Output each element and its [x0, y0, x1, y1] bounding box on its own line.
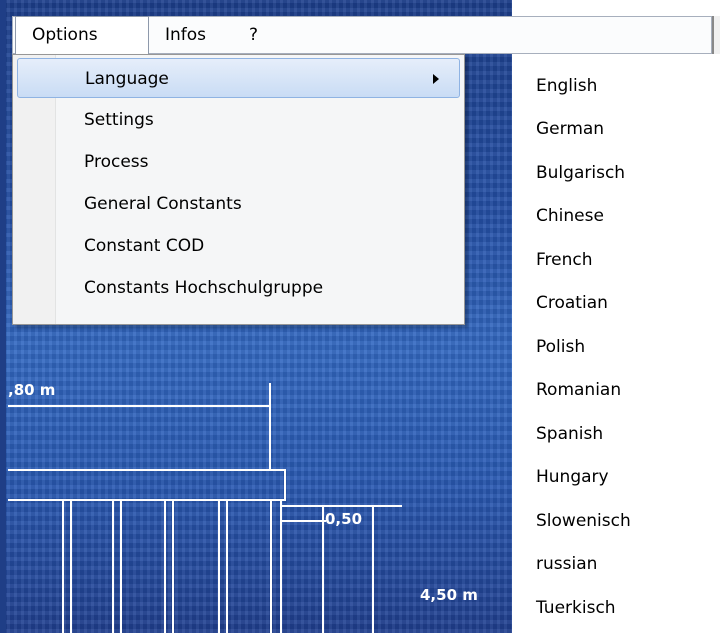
menu-item-general-constants[interactable]: General Constants — [17, 184, 460, 224]
language-submenu: English German Bulgarisch Chinese French… — [512, 56, 720, 633]
figure-line — [120, 499, 122, 633]
menu-item-constant-cod[interactable]: Constant COD — [17, 226, 460, 266]
menu-item-constants-hochschulgruppe[interactable]: Constants Hochschulgruppe — [17, 268, 460, 308]
language-item-bulgarisch[interactable]: Bulgarisch — [536, 152, 625, 195]
figure-line — [8, 469, 286, 471]
figure-line — [218, 499, 220, 633]
window-edge — [0, 0, 6, 633]
figure-line — [172, 499, 174, 633]
language-item-slowenisch[interactable]: Slowenisch — [536, 500, 631, 543]
menu-infos[interactable]: Infos — [151, 17, 214, 53]
menu-item-label: Constants Hochschulgruppe — [84, 278, 324, 298]
submenu-arrow-icon — [433, 74, 439, 84]
language-item-english[interactable]: English — [536, 65, 597, 108]
figure-line — [112, 499, 114, 633]
language-item-chinese[interactable]: Chinese — [536, 195, 604, 238]
menu-item-label: General Constants — [84, 194, 242, 214]
language-item-polish[interactable]: Polish — [536, 326, 585, 369]
figure-line — [282, 520, 326, 522]
menu-item-process[interactable]: Process — [17, 142, 460, 182]
figure-line — [164, 499, 166, 633]
figure-line — [70, 499, 72, 633]
figure-line — [226, 499, 228, 633]
figure-line — [269, 383, 271, 471]
figure-line — [282, 505, 402, 507]
figure-line — [284, 469, 286, 501]
menu-item-settings[interactable]: Settings — [17, 100, 460, 140]
language-item-romanian[interactable]: Romanian — [536, 369, 621, 412]
window-frame-edge — [712, 16, 720, 54]
menu-options[interactable]: Options — [15, 16, 149, 56]
menu-help[interactable]: ? — [241, 17, 266, 53]
language-item-spanish[interactable]: Spanish — [536, 413, 603, 456]
language-item-french[interactable]: French — [536, 239, 593, 282]
options-dropdown: Language Settings Process General Consta… — [12, 54, 465, 325]
menu-item-label: Process — [84, 152, 149, 172]
figure-line — [8, 499, 286, 501]
menu-item-label: Constant COD — [84, 236, 205, 256]
menu-item-label: Language — [85, 69, 169, 89]
thickness-label: 0,50 — [325, 510, 363, 528]
figure-line — [270, 499, 272, 633]
language-item-german[interactable]: German — [536, 108, 604, 151]
language-item-russian[interactable]: russian — [536, 543, 597, 586]
menu-bar: Options Infos ? — [12, 16, 712, 56]
language-item-croatian[interactable]: Croatian — [536, 282, 608, 325]
width-label: 4,50 m — [420, 586, 478, 604]
menu-item-language[interactable]: Language — [17, 58, 460, 98]
language-item-hungary[interactable]: Hungary — [536, 456, 609, 499]
figure-line — [322, 505, 324, 633]
figure-line — [8, 405, 270, 407]
figure-line — [62, 499, 64, 633]
menu-item-label: Settings — [84, 110, 154, 130]
figure-line — [372, 505, 374, 633]
language-item-tuerkisch[interactable]: Tuerkisch — [536, 587, 616, 630]
depth-label: ,80 m — [8, 381, 56, 399]
